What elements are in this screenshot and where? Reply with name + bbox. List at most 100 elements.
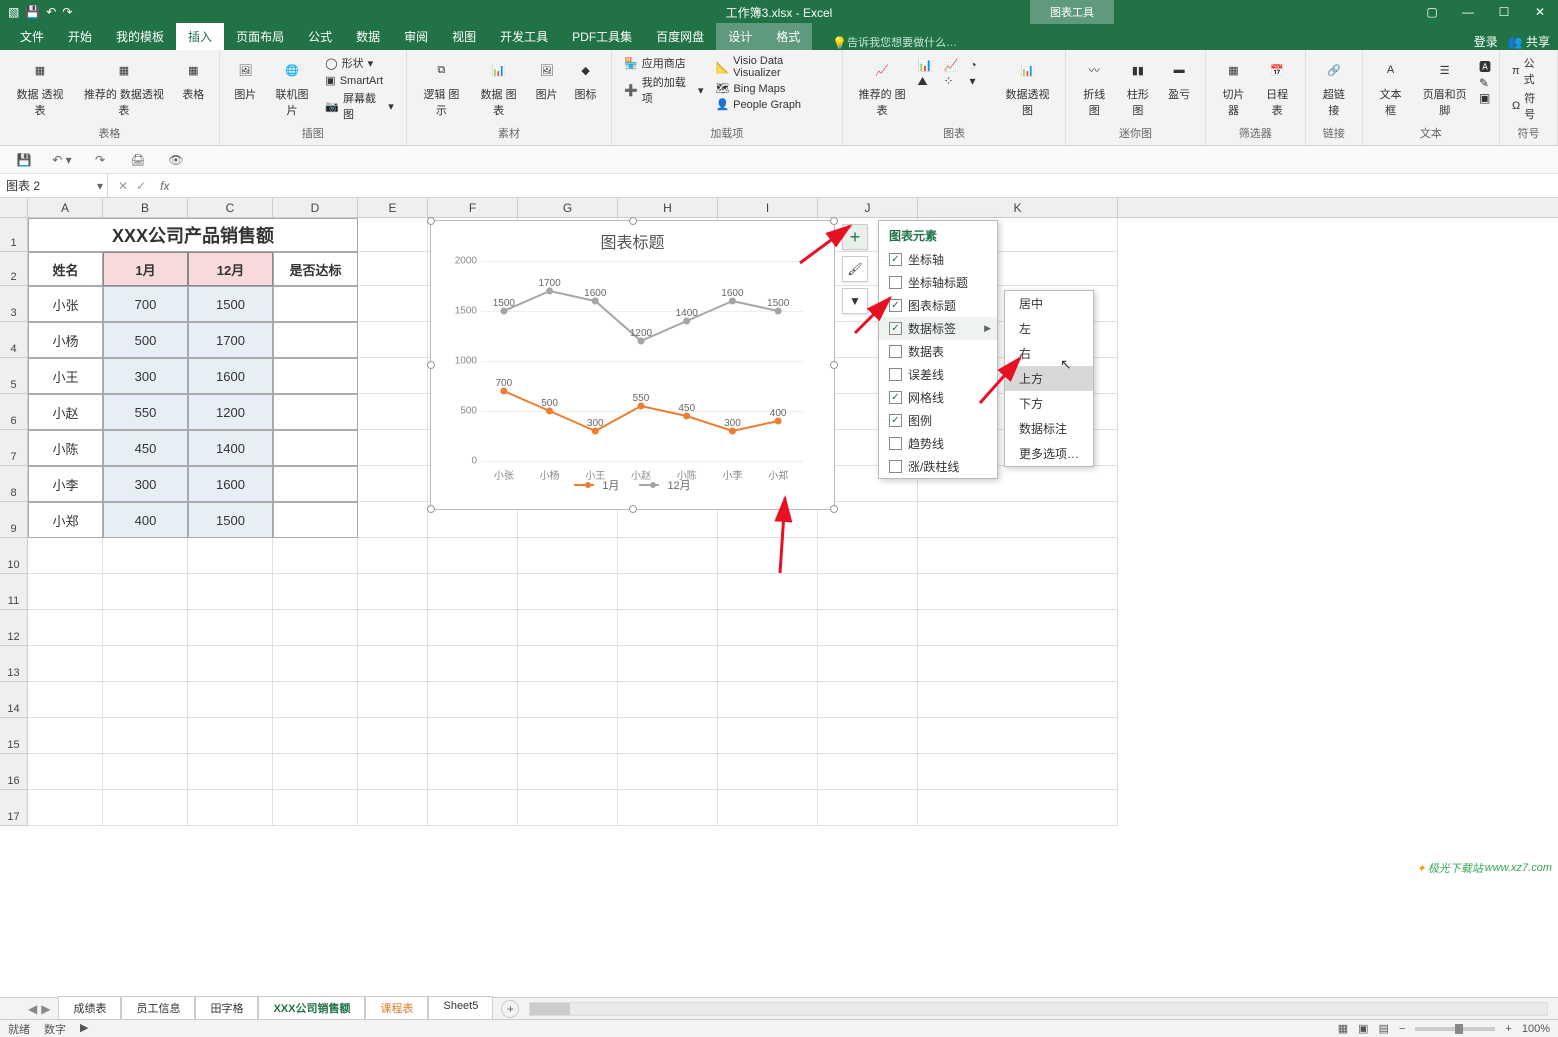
cell[interactable]: 300 [103, 358, 188, 394]
tab-insert[interactable]: 插入 [176, 23, 224, 50]
shapes-button[interactable]: ◯ 形状 ▾ [321, 54, 397, 72]
cell[interactable] [273, 754, 358, 790]
online-pictures-button[interactable]: 🌐联机图片 [267, 54, 317, 120]
cell[interactable] [918, 682, 1118, 718]
cell[interactable]: 700 [103, 286, 188, 322]
cell[interactable]: 12月 [188, 252, 273, 286]
screenshot-button[interactable]: 📷 屏幕截图 ▾ [321, 89, 397, 123]
tab-review[interactable]: 审阅 [392, 23, 440, 50]
cell[interactable] [273, 466, 358, 502]
cell[interactable] [28, 682, 103, 718]
row-header[interactable]: 10 [0, 538, 28, 574]
cell[interactable] [618, 538, 718, 574]
cell[interactable] [358, 610, 428, 646]
cell[interactable]: 500 [103, 322, 188, 358]
name-box-dropdown-icon[interactable]: ▾ [97, 179, 103, 193]
cell[interactable] [918, 610, 1118, 646]
checkbox-icon[interactable] [889, 460, 902, 473]
table-button[interactable]: ▦表格 [176, 54, 211, 104]
data-label[interactable]: 1400 [676, 308, 698, 319]
chart-element-option[interactable]: ✓图例 [879, 409, 997, 432]
add-sheet-button[interactable]: + [501, 1000, 519, 1018]
select-all-corner[interactable] [0, 198, 28, 218]
zoom-out-icon[interactable]: − [1399, 1023, 1405, 1035]
chart-object[interactable]: 图表标题 05001000150020007005003005504503004… [430, 220, 835, 510]
data-label[interactable]: 1600 [584, 288, 606, 299]
cell[interactable]: 小郑 [28, 502, 103, 538]
cell[interactable] [273, 502, 358, 538]
cell[interactable] [273, 538, 358, 574]
resize-handle[interactable] [629, 505, 637, 513]
tab-data[interactable]: 数据 [344, 23, 392, 50]
preview-icon[interactable]: 👁 [166, 150, 186, 170]
chart-type-bar-icon[interactable]: 📊 [918, 58, 942, 72]
cell[interactable] [918, 718, 1118, 754]
cell[interactable] [358, 466, 428, 502]
row-header[interactable]: 1 [0, 218, 28, 252]
checkbox-icon[interactable]: ✓ [889, 253, 902, 266]
cell[interactable] [428, 574, 518, 610]
cell[interactable] [273, 574, 358, 610]
cell[interactable]: 300 [103, 466, 188, 502]
chart-element-option[interactable]: ✓图表标题 [879, 294, 997, 317]
sheet-tab[interactable]: XXX公司销售额 [258, 996, 365, 1021]
cell[interactable] [188, 538, 273, 574]
cell[interactable] [358, 538, 428, 574]
cell[interactable] [818, 574, 918, 610]
zoom-slider[interactable] [1415, 1027, 1495, 1031]
cell[interactable] [918, 646, 1118, 682]
sheet-tab[interactable]: 课程表 [365, 996, 428, 1021]
signature-icon[interactable]: ✎ [1479, 76, 1491, 90]
hyperlink-button[interactable]: 🔗超链接 [1314, 54, 1354, 120]
cell[interactable] [718, 754, 818, 790]
qat-undo-icon[interactable]: ↶ [46, 5, 56, 19]
row-header[interactable]: 16 [0, 754, 28, 790]
share-button[interactable]: 👥 共享 [1508, 33, 1550, 50]
column-header[interactable]: J [818, 198, 918, 217]
bing-maps-button[interactable]: 🗺 Bing Maps [711, 81, 833, 96]
cell[interactable] [618, 646, 718, 682]
cell[interactable] [618, 718, 718, 754]
cell[interactable] [518, 682, 618, 718]
cell[interactable] [918, 502, 1118, 538]
pivot-table-button[interactable]: ▦数据 透视表 [8, 54, 72, 120]
horizontal-scrollbar[interactable] [529, 1002, 1548, 1016]
people-graph-button[interactable]: 👤 People Graph [711, 97, 833, 112]
resize-handle[interactable] [427, 361, 435, 369]
status-macro-icon[interactable]: ▶ [80, 1021, 88, 1037]
resize-handle[interactable] [830, 361, 838, 369]
qat-save-icon[interactable]: 💾 [25, 5, 40, 19]
pivot-chart-button[interactable]: 📊数据透视图 [998, 54, 1058, 120]
cell[interactable] [818, 610, 918, 646]
cell[interactable] [428, 646, 518, 682]
cell[interactable] [358, 646, 428, 682]
cell[interactable] [273, 322, 358, 358]
sheet-tab[interactable]: 成绩表 [58, 996, 121, 1021]
cell[interactable] [358, 322, 428, 358]
ribbon-display-options-icon[interactable]: ▢ [1414, 0, 1450, 24]
wordart-icon[interactable]: 🅰 [1479, 58, 1491, 75]
cell[interactable] [618, 610, 718, 646]
print-icon[interactable]: 🖨 [128, 150, 148, 170]
chart-styles-button[interactable]: 🖌 [842, 256, 868, 282]
minimize-icon[interactable]: — [1450, 0, 1486, 24]
cell[interactable]: 小张 [28, 286, 103, 322]
data-chart-button[interactable]: 📊数据 图表 [472, 54, 525, 120]
cell[interactable] [188, 682, 273, 718]
chart-element-option[interactable]: ✓网格线 [879, 386, 997, 409]
checkbox-icon[interactable] [889, 368, 902, 381]
cell[interactable] [188, 754, 273, 790]
header-footer-button[interactable]: ☰页眉和页脚 [1414, 54, 1475, 120]
cell[interactable] [518, 790, 618, 826]
chart-filters-button[interactable]: ▼ [842, 288, 868, 314]
chart-element-option[interactable]: 数据表 [879, 340, 997, 363]
cell[interactable] [28, 718, 103, 754]
cell[interactable] [718, 610, 818, 646]
chart-element-option[interactable]: ✓数据标签▶ [879, 317, 997, 340]
cell[interactable] [273, 430, 358, 466]
row-header[interactable]: 2 [0, 252, 28, 286]
cell[interactable] [358, 754, 428, 790]
cell[interactable] [103, 574, 188, 610]
cell[interactable] [718, 538, 818, 574]
submenu-item[interactable]: 上方 [1005, 366, 1093, 391]
